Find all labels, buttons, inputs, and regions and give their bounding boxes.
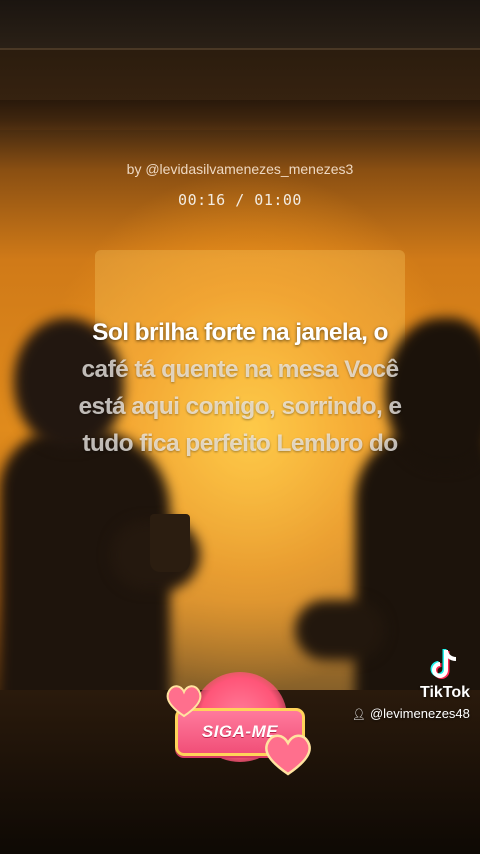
playback-timer: 00:16 / 01:00 <box>178 191 302 209</box>
lyrics-block: Sol brilha forte na janela, o café tá qu… <box>40 314 440 462</box>
background-beam <box>0 100 480 130</box>
creator-handle: 👤︎ @levimenezes48 <box>352 706 470 721</box>
heart-icon <box>263 730 313 776</box>
coffee-cup <box>150 514 190 572</box>
top-bar <box>0 0 480 50</box>
tiktok-watermark: TikTok <box>410 648 480 702</box>
video-credit: by @levidasilvamenezes_menezes3 <box>126 161 354 177</box>
lyric-line: tudo fica perfeito Lembro do <box>82 430 398 457</box>
video-frame[interactable]: by @levidasilvamenezes_menezes3 00:16 / … <box>0 0 480 854</box>
creator-handle-text: @levimenezes48 <box>369 706 470 721</box>
follow-sticker[interactable]: SIGA-ME <box>165 670 315 780</box>
tiktok-logo-icon <box>430 648 460 682</box>
heart-icon <box>165 682 203 718</box>
lyric-line: café tá quente na mesa Você <box>81 356 400 383</box>
person-icon: 👤︎ <box>352 709 366 721</box>
tiktok-brand: TikTok <box>419 684 471 701</box>
woman-arm-silhouette <box>295 600 385 660</box>
lyric-line: está aqui comigo, sorrindo, e <box>78 393 403 420</box>
lyric-line-current: Sol brilha forte na janela, o <box>92 319 388 346</box>
